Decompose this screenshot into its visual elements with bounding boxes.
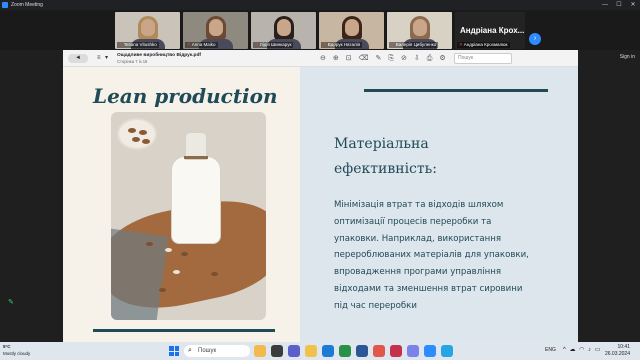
active-speaker-name: Андріана Крох... (460, 26, 525, 35)
mic-muted-icon: ✕ (187, 42, 191, 47)
clock-time: 10:41 (617, 344, 630, 350)
slide-body-text: Мінімізація втрат та відходів шляхом опт… (334, 200, 529, 311)
participant-name: ✕Валерія Цибуленко (389, 42, 439, 48)
signin-link[interactable]: Sign in (620, 54, 635, 60)
participant-name: ✕Андріана Крохмалюк (457, 42, 510, 48)
block-icon[interactable]: ⊘ (401, 54, 407, 63)
mic-muted-icon: ✕ (459, 42, 463, 47)
pen-icon[interactable]: ✎ (8, 298, 16, 306)
edge-icon[interactable] (322, 345, 334, 357)
participant-tile[interactable]: ✕Лідія Шинкарук (251, 12, 316, 49)
mic-muted-icon: ✕ (323, 42, 327, 47)
zoom-in-icon[interactable]: ⊕ (333, 54, 339, 63)
milk-bottle-photo (111, 112, 266, 320)
weather-text: Mostly cloudy (3, 350, 31, 356)
participant-tile[interactable]: ✕Tetiana Vitushko (115, 12, 180, 49)
participant-name: ✕Tetiana Vitushko (117, 42, 159, 48)
settings-icon[interactable]: ⚙ (439, 54, 445, 63)
zoom-out-icon[interactable]: ⊖ (320, 54, 326, 63)
zoom-icon[interactable] (424, 345, 436, 357)
pdf-toolbar: ◄ ≡ ▾ Ощадливе виробництво Відрук.pdf Ст… (63, 50, 578, 67)
participant-name: ✕Лідія Шинкарук (253, 42, 294, 48)
erase-icon[interactable]: ⌫ (359, 54, 369, 63)
mic-muted-icon: ✕ (119, 42, 123, 47)
windows-start-icon[interactable] (169, 346, 179, 356)
pinned-apps (254, 345, 453, 357)
viber-icon[interactable] (407, 345, 419, 357)
clock[interactable]: 10:41 26.03.2024 (605, 344, 630, 358)
window-title: Zoom Meeting (11, 2, 43, 8)
maximize-button[interactable]: ☐ (612, 0, 626, 10)
taskbar-search[interactable]: ⌕ Пошук (184, 345, 250, 357)
download-icon[interactable]: ⇩ (414, 54, 420, 63)
copy-icon[interactable]: ⎘ (388, 54, 394, 63)
task-view-icon[interactable] (271, 345, 283, 357)
file-explorer-icon[interactable] (305, 345, 317, 357)
participant-gallery: ✕Tetiana Vitushko ✕Anna Maiko ✕Лідія Шин… (0, 10, 640, 50)
milk-bottle (171, 132, 221, 244)
viewer-tools: ⊖ ⊕ ⊡ ⌫ ✎ ⎘ ⊘ ⇩ ⎙ ⚙ (320, 54, 446, 63)
slide-left-title: Lean production (93, 84, 278, 108)
participant-tile[interactable]: ✕Anna Maiko (183, 12, 248, 49)
slide-page: Lean production Матеріальна ефективність… (63, 67, 578, 342)
sidebar-toggle-icon[interactable]: ≡ (97, 54, 101, 63)
participant-name: ✕Вдорук Наталія (321, 42, 363, 48)
mic-muted-icon: ✕ (255, 42, 259, 47)
excel-icon[interactable] (339, 345, 351, 357)
zoom-app-icon (2, 2, 8, 8)
language-indicator[interactable]: ENG (545, 347, 556, 353)
page-indicator: Сторінка 7 із 16 (117, 59, 148, 64)
search-input[interactable]: Пошук (454, 53, 512, 64)
taskbar: 5°C Mostly cloudy ⌕ Пошук ENG ^ ☁ ◠ ♪ ▭ … (0, 342, 640, 360)
participant-name: ✕Anna Maiko (185, 42, 218, 48)
shared-screen: ◄ ≡ ▾ Ощадливе виробництво Відрук.pdf Ст… (63, 50, 578, 342)
active-speaker-tile[interactable]: Андріана Крох... ✕Андріана Крохмалюк (455, 12, 525, 49)
teams-icon[interactable] (288, 345, 300, 357)
close-button[interactable]: ✕ (626, 0, 640, 10)
telegram-icon[interactable] (441, 345, 453, 357)
system-tray-icons[interactable]: ^ ☁ ◠ ♪ ▭ (563, 346, 601, 353)
chrome-app-icon[interactable] (373, 345, 385, 357)
weather-widget[interactable]: 5°C Mostly cloudy (3, 344, 30, 357)
document-title: Ощадливе виробництво Відрук.pdf (117, 53, 202, 58)
divider-line (93, 329, 275, 332)
window-titlebar: Zoom Meeting — ☐ ✕ (0, 0, 640, 10)
almond-bowl (117, 118, 157, 150)
divider-line (364, 89, 548, 92)
minimize-button[interactable]: — (598, 0, 612, 10)
participant-tile[interactable]: ✕Валерія Цибуленко (387, 12, 452, 49)
back-button[interactable]: ◄ (68, 54, 88, 63)
participant-tile[interactable]: ✕Вдорук Наталія (319, 12, 384, 49)
chrome-icon[interactable] (254, 345, 266, 357)
chevron-down-icon[interactable]: ▾ (105, 54, 108, 63)
clock-date: 26.03.2024 (604, 351, 630, 357)
mic-muted-icon: ✕ (391, 42, 395, 47)
word-icon[interactable] (356, 345, 368, 357)
chevron-right-icon[interactable]: › (529, 33, 541, 45)
powerpoint-icon[interactable] (390, 345, 402, 357)
window-controls: — ☐ ✕ (598, 0, 640, 10)
slide-right-title: Матеріальна ефективність: (334, 136, 437, 177)
pen-icon[interactable]: ✎ (376, 54, 382, 63)
fit-page-icon[interactable]: ⊡ (346, 54, 352, 63)
print-icon[interactable]: ⎙ (427, 54, 433, 63)
search-icon: ⌕ (188, 347, 192, 354)
